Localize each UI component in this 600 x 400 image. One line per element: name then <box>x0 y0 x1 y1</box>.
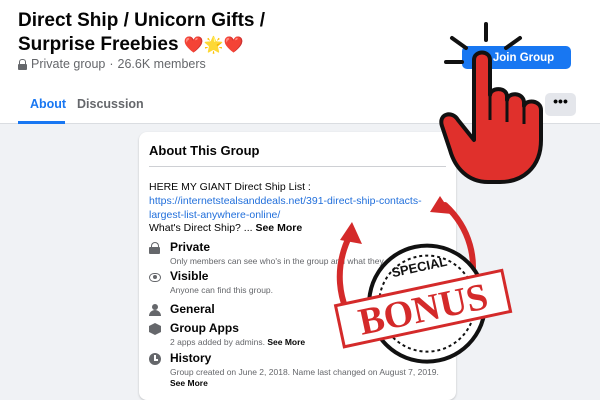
eye-icon <box>149 273 161 282</box>
about-item-label: History <box>170 351 212 365</box>
whats-direct-ship: What's Direct Ship? ... See More <box>149 222 302 234</box>
privacy-label: Private group <box>31 57 106 71</box>
lock-icon <box>18 58 27 70</box>
tab-about[interactable]: About <box>30 97 66 111</box>
lock-icon <box>149 242 161 254</box>
about-item-label: Visible <box>170 269 209 283</box>
group-apps-text: 2 apps added by admins. <box>170 337 265 347</box>
about-item-label: Private <box>170 240 211 254</box>
history-text: Group created on June 2, 2018. Name last… <box>170 367 439 377</box>
about-item-sub: 2 apps added by admins. See More <box>170 337 440 348</box>
group-header: Direct Ship / Unicorn Gifts / Surprise F… <box>0 0 600 124</box>
join-group-button[interactable]: ✚ Join Group <box>462 46 571 69</box>
about-item-label: General <box>170 302 215 316</box>
about-item-label: Group Apps <box>170 321 239 335</box>
clock-icon <box>149 353 161 365</box>
member-count[interactable]: 26.6K members <box>118 57 206 71</box>
whats-text: What's Direct Ship? ... <box>149 222 253 234</box>
join-group-label: Join Group <box>492 51 555 64</box>
see-more-link[interactable]: See More <box>267 337 305 347</box>
see-more-link[interactable]: See More <box>255 222 302 234</box>
tab-discussion[interactable]: Discussion <box>77 97 144 111</box>
direct-ship-list-link[interactable]: https://internetstealsanddeals.net/391-d… <box>149 194 449 222</box>
about-item-sub: Anyone can find this group. <box>170 285 274 295</box>
about-item-sub: Group created on June 2, 2018. Name last… <box>170 367 440 389</box>
group-meta: Private group · 26.6K members <box>18 57 206 71</box>
divider <box>149 166 446 167</box>
about-card-title: About This Group <box>149 143 260 158</box>
active-tab-indicator <box>18 121 65 124</box>
person-plus-icon: ✚ <box>478 50 489 65</box>
more-options-button[interactable]: ••• <box>545 93 576 116</box>
about-card: About This Group HERE MY GIANT Direct Sh… <box>139 132 456 400</box>
see-more-link[interactable]: See More <box>170 378 208 388</box>
group-description: HERE MY GIANT Direct Ship List : https:/… <box>149 180 449 222</box>
meta-separator: · <box>109 57 114 71</box>
about-item-sub: Only members can see who's in the group … <box>170 256 405 266</box>
description-text: HERE MY GIANT Direct Ship List : <box>149 181 311 193</box>
cube-icon <box>149 323 161 335</box>
group-title: Direct Ship / Unicorn Gifts / Surprise F… <box>18 9 318 58</box>
people-icon <box>149 304 161 316</box>
title-emoji: ❤️🌟❤️ <box>183 37 244 54</box>
